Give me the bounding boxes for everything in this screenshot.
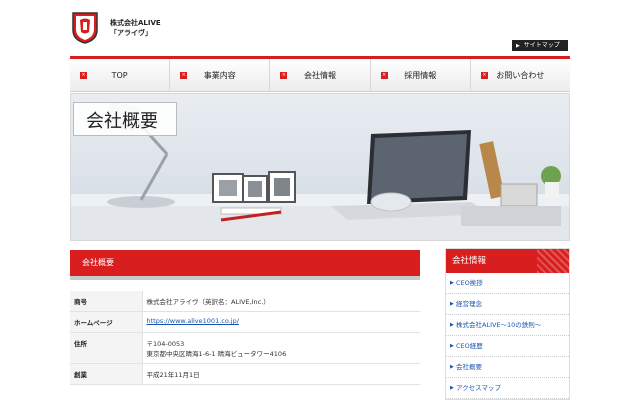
page-title: 会社概要 bbox=[86, 111, 158, 132]
nav-item-top[interactable]: × TOP bbox=[70, 59, 169, 91]
table-row: 創業 平成21年11月1日 bbox=[70, 363, 420, 385]
sidebar-title: 会社情報 bbox=[446, 249, 569, 273]
row-value-trade-name: 株式会社アライヴ（英訳名：ALIVE,Inc.） bbox=[142, 291, 420, 312]
sidebar-item-label: 経営理念 bbox=[456, 300, 482, 308]
sidebar-item-label: アクセスマップ bbox=[456, 384, 501, 392]
row-key-trade-name: 商号 bbox=[70, 291, 143, 312]
table-row: ホームページ https://www.alive1001.co.jp/ bbox=[70, 311, 420, 333]
nav-item-recruit[interactable]: × 採用情報 bbox=[369, 59, 470, 91]
table-row: 住所 〒104-0053 東京都中央区晴海1-6-1 晴海ビュータワー4106 bbox=[70, 332, 420, 364]
sidebar-item-access-map[interactable]: ▶ アクセスマップ bbox=[446, 378, 569, 399]
chevron-right-icon: ▶ bbox=[450, 385, 454, 391]
chevron-right-icon: ▶ bbox=[450, 301, 454, 307]
table-row: 商号 株式会社アライヴ（英訳名：ALIVE,Inc.） bbox=[70, 291, 420, 312]
chevron-right-icon: ▶ bbox=[450, 322, 454, 328]
row-value-address: 〒104-0053 東京都中央区晴海1-6-1 晴海ビュータワー4106 bbox=[142, 332, 420, 364]
row-key-address: 住所 bbox=[70, 332, 143, 364]
sidebar-item-company-overview[interactable]: ▶ 会社概要 bbox=[446, 357, 569, 378]
nav-bullet-icon: × bbox=[380, 72, 388, 79]
nav-item-contact[interactable]: × お問い合わせ bbox=[469, 59, 570, 91]
sidebar-item-philosophy[interactable]: ▶ 経営理念 bbox=[446, 294, 569, 315]
nav-item-business[interactable]: × 事業内容 bbox=[169, 59, 269, 91]
nav-bullet-icon: × bbox=[80, 72, 87, 79]
sidebar-item-label: CEO経歴 bbox=[456, 342, 483, 350]
hero-title-box: 会社概要 bbox=[73, 102, 177, 136]
section-title: 会社概要 bbox=[70, 250, 420, 280]
hero-banner: 会社概要 bbox=[70, 93, 570, 241]
sidebar-item-label: 会社概要 bbox=[456, 363, 482, 371]
nav-item-label: お問い合わせ bbox=[496, 71, 545, 80]
nav-item-company[interactable]: × 会社情報 bbox=[269, 59, 369, 91]
sidebar: 会社情報 ▶ CEO挨拶 ▶ 経営理念 ▶ 株式会社ALIVE～10の鉄則～ ▶ CEO… bbox=[445, 248, 570, 400]
nav-bullet-icon: × bbox=[180, 72, 188, 79]
nav-item-label: 採用情報 bbox=[404, 71, 437, 80]
row-value-homepage: https://www.alive1001.co.jp/ bbox=[142, 311, 420, 333]
sidebar-item-rules[interactable]: ▶ 株式会社ALIVE～10の鉄則～ bbox=[446, 315, 569, 336]
sitemap-link[interactable]: ▶ サイトマップ bbox=[512, 40, 568, 51]
nav-bullet-icon: × bbox=[480, 72, 488, 79]
sidebar-item-label: 株式会社ALIVE～10の鉄則～ bbox=[456, 321, 542, 329]
sidebar-item-ceo-greeting[interactable]: ▶ CEO挨拶 bbox=[446, 273, 569, 294]
company-name-line2: 「アライヴ」 bbox=[110, 29, 152, 37]
chevron-right-icon: ▶ bbox=[450, 280, 454, 286]
company-logo-icon[interactable] bbox=[70, 10, 100, 44]
company-name: 株式会社ALIVE 「アライヴ」 bbox=[110, 18, 161, 38]
chevron-right-icon: ▶ bbox=[450, 364, 454, 370]
sidebar-menu: ▶ CEO挨拶 ▶ 経営理念 ▶ 株式会社ALIVE～10の鉄則～ ▶ CEO経歴 ▶ 会… bbox=[446, 273, 569, 399]
sitemap-label: サイトマップ bbox=[523, 42, 560, 49]
row-key-homepage: ホームページ bbox=[70, 311, 143, 333]
sidebar-item-label: CEO挨拶 bbox=[456, 279, 483, 287]
global-nav: × TOP × 事業内容 × 会社情報 × 採用情報 × お問い合わせ bbox=[70, 56, 570, 92]
street-address: 東京都中央区晴海1-6-1 晴海ビュータワー4106 bbox=[146, 350, 287, 358]
nav-item-label: 会社情報 bbox=[304, 71, 336, 80]
sidebar-item-ceo-career[interactable]: ▶ CEO経歴 bbox=[446, 336, 569, 357]
nav-item-label: TOP bbox=[111, 71, 128, 80]
arrow-right-icon: ▶ bbox=[516, 43, 520, 49]
row-value-founded: 平成21年11月1日 bbox=[142, 363, 420, 385]
company-info-table: 商号 株式会社アライヴ（英訳名：ALIVE,Inc.） ホームページ https… bbox=[70, 291, 420, 385]
nav-bullet-icon: × bbox=[280, 72, 288, 79]
nav-item-label: 事業内容 bbox=[203, 71, 236, 80]
postal-code: 〒104-0053 bbox=[146, 340, 185, 348]
chevron-right-icon: ▶ bbox=[450, 343, 454, 349]
company-name-line1: 株式会社ALIVE bbox=[110, 19, 161, 27]
row-key-founded: 創業 bbox=[70, 363, 143, 385]
homepage-link[interactable]: https://www.alive1001.co.jp/ bbox=[147, 317, 239, 325]
site-header: 株式会社ALIVE 「アライヴ」 ▶ サイトマップ bbox=[0, 0, 640, 56]
